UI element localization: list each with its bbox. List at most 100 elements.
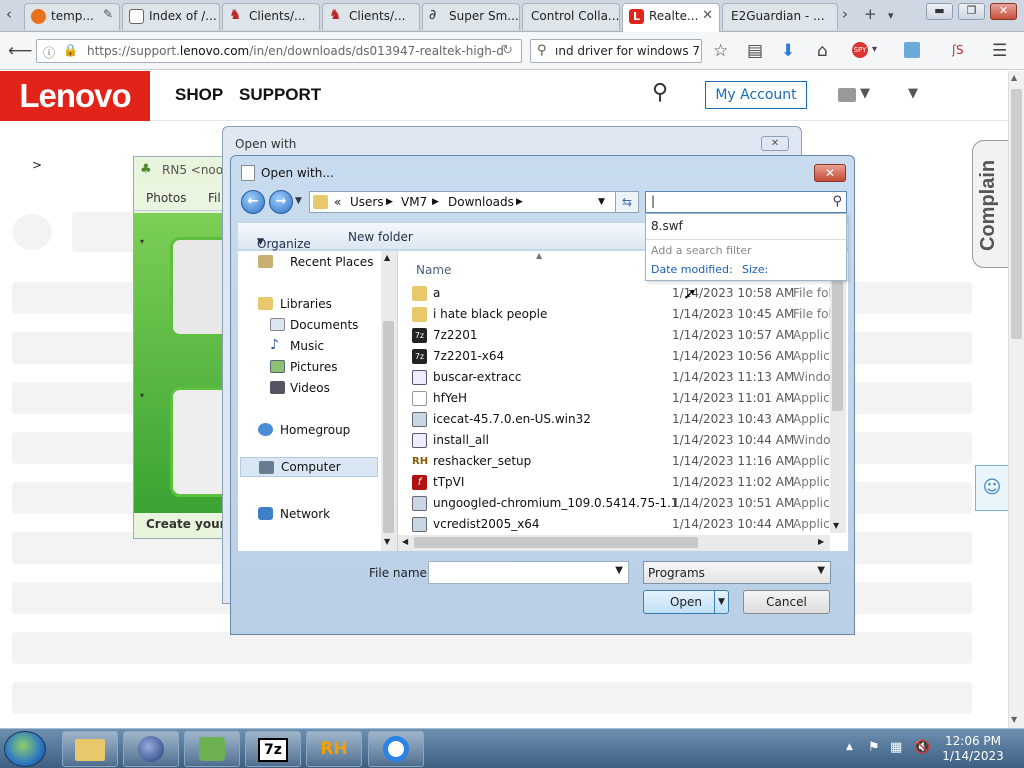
nav-recent-places[interactable]: Recent Places <box>290 255 373 269</box>
tab-scroll-right-icon[interactable]: › <box>842 5 848 23</box>
file-list-vertical-scrollbar[interactable]: ▲ ▼ <box>830 269 846 533</box>
network-status-icon[interactable]: ▦ <box>890 740 902 755</box>
home-icon[interactable]: ⌂ <box>817 41 828 61</box>
dialog-search-input[interactable]: | ⚲ <box>645 191 847 213</box>
scroll-left-icon[interactable]: ◀ <box>402 537 408 546</box>
column-name-header[interactable]: Name <box>416 263 451 277</box>
close-window-icon[interactable]: ✕ <box>990 3 1017 20</box>
recent-locations-icon[interactable]: ▼ <box>295 196 302 206</box>
page-scrollbar[interactable]: ▲ ▼ <box>1008 71 1024 728</box>
nav-shop[interactable]: SHOP <box>175 85 223 105</box>
nav-videos[interactable]: Videos <box>290 381 330 395</box>
breadcrumb-arrow-icon[interactable]: ▶ <box>432 197 439 207</box>
new-folder-button[interactable]: New folder <box>348 230 413 244</box>
rns-menu-file[interactable]: Fil <box>208 191 221 205</box>
file-row[interactable]: hfYeH 1/14/2023 11:01 AM Applic <box>412 388 842 409</box>
search-suggestion-item[interactable]: 8.swf <box>651 219 683 233</box>
rns-menu-photos[interactable]: Photos <box>146 191 186 205</box>
info-icon[interactable]: ⓘ <box>43 44 55 61</box>
breadcrumb-vm7[interactable]: VM7 <box>401 195 427 209</box>
scroll-up-icon[interactable]: ▲ <box>384 253 390 262</box>
browser-tab[interactable]: temp... ✎ <box>24 3 120 30</box>
nav-pane-scrollbar[interactable]: ▲ ▼ <box>381 251 397 551</box>
breadcrumb-downloads[interactable]: Downloads <box>448 195 514 209</box>
nav-music[interactable]: Music <box>290 339 324 353</box>
browser-tab[interactable]: E2Guardian - ... <box>722 3 838 30</box>
nav-scroll-thumb[interactable] <box>383 321 394 533</box>
disc-tile-icon[interactable] <box>170 237 230 337</box>
taskbar-reshacker[interactable]: RH <box>306 731 362 767</box>
search-bar[interactable]: ⚲ ınd driver for windows 7 › <box>530 39 702 63</box>
extension-icon[interactable] <box>904 42 920 58</box>
file-row[interactable]: 7z 7z2201-x64 1/14/2023 10:56 AM Applic <box>412 346 842 367</box>
nav-network[interactable]: Network <box>280 507 330 521</box>
reading-list-icon[interactable]: ▤ <box>747 41 763 61</box>
file-row[interactable]: a 1/14/2023 10:58 AM File fol <box>412 283 842 304</box>
refresh-icon[interactable]: ⇆ <box>615 191 639 213</box>
file-row[interactable]: ungoogled-chromium_109.0.5414.75-1.1... … <box>412 493 842 514</box>
nav-support[interactable]: SUPPORT <box>239 85 321 105</box>
taskbar-chrome[interactable] <box>368 731 424 767</box>
extension-dropdown-icon[interactable]: ▾ <box>872 44 877 55</box>
taskbar-network[interactable] <box>184 731 240 767</box>
taskbar-firefox[interactable] <box>123 731 179 767</box>
browser-tab[interactable]: Index of /... <box>122 3 220 30</box>
lenovo-logo[interactable]: Lenovo <box>0 71 150 121</box>
browser-tab[interactable]: ♞ Clients/... <box>222 3 320 30</box>
tab-list-icon[interactable]: ▾ <box>888 9 894 22</box>
profile-tile-icon[interactable] <box>170 387 230 497</box>
reload-icon[interactable]: ↻ <box>502 43 513 58</box>
browser-tab[interactable]: Control Colla... <box>522 3 620 30</box>
breadcrumb-users[interactable]: Users <box>350 195 384 209</box>
scroll-down-icon[interactable]: ▼ <box>1011 715 1017 724</box>
minimize-icon[interactable]: ▬ <box>926 3 953 20</box>
scroll-down-icon[interactable]: ▼ <box>384 537 390 546</box>
menu-icon[interactable]: ☰ <box>992 41 1007 61</box>
file-row[interactable]: f tTpVI 1/14/2023 11:02 AM Applic <box>412 472 842 493</box>
clock[interactable]: 12:06 PM 1/14/2023 <box>940 734 1006 764</box>
nav-libraries[interactable]: Libraries <box>280 297 332 311</box>
nav-homegroup[interactable]: Homegroup <box>280 423 350 437</box>
dialog-close-button[interactable]: ✕ <box>814 164 846 182</box>
forward-arrow-icon[interactable]: → <box>269 190 293 214</box>
file-row[interactable]: i hate black people 1/14/2023 10:45 AM F… <box>412 304 842 325</box>
expand-arrow-icon[interactable]: ▾ <box>140 391 144 400</box>
url-bar[interactable]: ⓘ 🔒 https://support.lenovo.com/in/en/dow… <box>36 39 522 63</box>
file-row[interactable]: 7z 7z2201 1/14/2023 10:57 AM Applic <box>412 325 842 346</box>
file-row[interactable]: install_all 1/14/2023 10:44 AM Windo <box>412 430 842 451</box>
downloads-icon[interactable]: ⬇ <box>781 41 795 61</box>
nav-pictures[interactable]: Pictures <box>290 360 338 374</box>
my-account-button[interactable]: My Account <box>705 81 807 109</box>
file-scroll-thumb[interactable] <box>832 281 843 411</box>
tab-scroll-left-icon[interactable]: ‹ <box>6 5 12 23</box>
breadcrumb-arrow-icon[interactable]: ▶ <box>386 197 393 207</box>
scroll-down-icon[interactable]: ▼ <box>833 521 839 530</box>
noscript-icon[interactable]: ʃS <box>952 43 964 57</box>
feedback-smiley-icon[interactable]: ☺ <box>975 465 1008 511</box>
address-dropdown-icon[interactable]: ▼ <box>598 197 605 207</box>
back-arrow-icon[interactable]: ← <box>241 190 265 214</box>
file-row[interactable]: icecat-45.7.0.en-US.win32 1/14/2023 10:4… <box>412 409 842 430</box>
scroll-up-icon[interactable]: ▲ <box>1011 73 1017 82</box>
open-button[interactable]: Open ▼ <box>643 590 729 614</box>
breadcrumb-arrow-icon[interactable]: ▶ <box>516 197 523 207</box>
nav-computer-selection[interactable]: Computer <box>240 457 378 477</box>
show-hidden-icons[interactable]: ▲ <box>846 742 853 752</box>
new-tab-button[interactable]: + <box>864 5 877 23</box>
bookmark-star-icon[interactable]: ☆ <box>713 41 728 61</box>
scroll-right-icon[interactable]: ▶ <box>818 537 824 546</box>
open-split-dropdown-icon[interactable]: ▼ <box>714 591 728 613</box>
file-list-horizontal-scrollbar[interactable]: ◀ ▶ <box>398 535 830 551</box>
browser-tab-active[interactable]: L Realte... ✕ <box>622 3 720 32</box>
action-center-icon[interactable]: ⚑ <box>868 740 880 755</box>
file-name-field[interactable]: ▼ <box>428 561 629 584</box>
file-name-dropdown-icon[interactable]: ▼ <box>615 565 623 576</box>
file-hscroll-thumb[interactable] <box>414 537 698 548</box>
back-icon[interactable]: ⟵ <box>8 41 32 61</box>
expand-arrow-icon[interactable]: ▾ <box>140 237 144 246</box>
cart-dropdown-icon[interactable]: ▼ <box>860 86 870 101</box>
restore-icon[interactable]: ❐ <box>958 3 985 20</box>
language-dropdown-icon[interactable]: ▼ <box>908 86 918 101</box>
complain-tab[interactable]: Complain <box>972 140 1008 268</box>
cart-icon[interactable] <box>838 88 856 102</box>
